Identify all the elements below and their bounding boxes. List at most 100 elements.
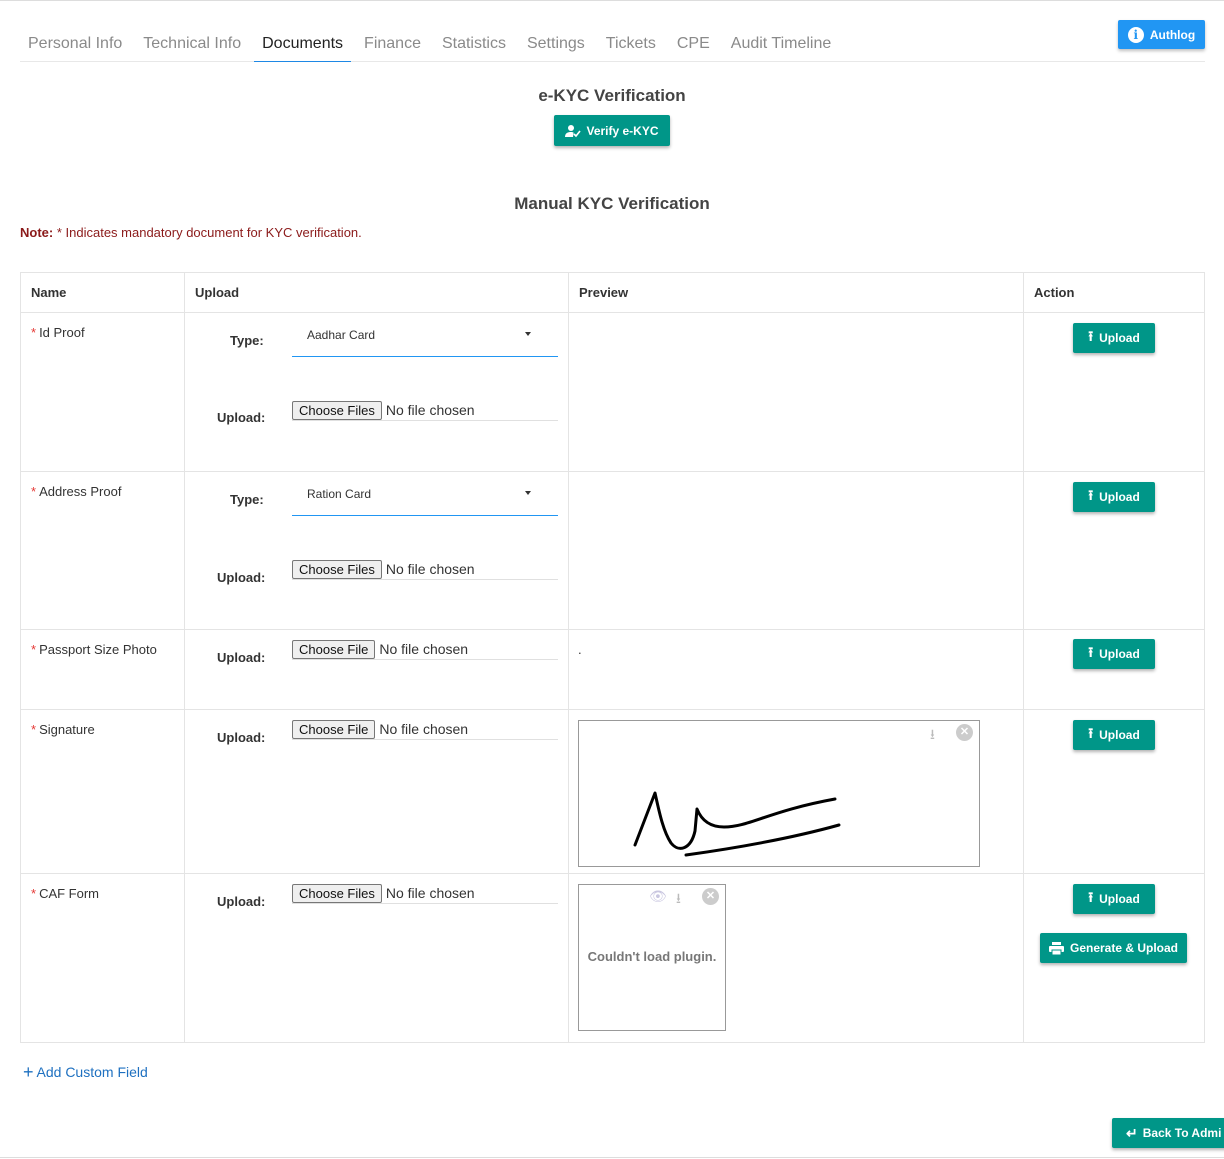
info-icon: i bbox=[1127, 26, 1144, 43]
type-label: Type: bbox=[230, 492, 264, 507]
table-row: * Id Proof Type: Aadhar Card Upload: Choo… bbox=[21, 313, 1205, 472]
doc-name: * Signature bbox=[21, 710, 185, 873]
preview-cell: ⭳ ✕ bbox=[569, 710, 1024, 873]
choose-files-button[interactable]: Choose Files bbox=[292, 883, 382, 903]
required-star: * bbox=[31, 484, 37, 499]
table-header: Name Upload Preview Action bbox=[21, 273, 1205, 313]
manual-kyc-title: Manual KYC Verification bbox=[514, 194, 710, 213]
select-value: Aadhar Card bbox=[307, 328, 376, 342]
add-custom-field-label: Add Custom Field bbox=[36, 1064, 148, 1080]
close-circle-icon[interactable]: ✕ bbox=[702, 888, 719, 905]
table-row: * CAF Form Upload: Choose Files No file ch… bbox=[21, 874, 1205, 1043]
doc-name-label: CAF Form bbox=[39, 886, 100, 901]
tab-statistics[interactable]: Statistics bbox=[434, 22, 514, 62]
upload-label: Upload bbox=[1099, 331, 1140, 345]
generate-upload-button[interactable]: Generate & Upload bbox=[1040, 933, 1187, 963]
bottom-border bbox=[0, 1157, 1224, 1158]
tab-finance[interactable]: Finance bbox=[356, 22, 429, 62]
upload-cell: Upload: Choose File No file chosen bbox=[185, 710, 569, 873]
dropdown-caret-icon bbox=[525, 491, 531, 495]
back-to-admin-button[interactable]: ↵ Back To Admi bbox=[1112, 1118, 1224, 1148]
table-row: * Passport Size Photo Upload: Choose File… bbox=[21, 630, 1205, 710]
note-text: * Indicates mandatory document for KYC v… bbox=[56, 225, 362, 240]
signature-file-input[interactable]: Choose File No file chosen bbox=[292, 719, 558, 740]
printer-icon bbox=[1048, 941, 1064, 955]
upload-icon: ⭱ bbox=[1088, 644, 1094, 660]
ekyc-title: e-KYC Verification bbox=[538, 86, 686, 105]
upload-label: Upload bbox=[1099, 647, 1140, 661]
doc-name: * CAF Form bbox=[21, 874, 185, 1042]
action-cell: ⭱ Upload Generate & Upload bbox=[1024, 874, 1205, 1042]
file-status: No file chosen bbox=[379, 641, 469, 657]
header-action: Action bbox=[1024, 273, 1205, 312]
upload-button[interactable]: ⭱ Upload bbox=[1073, 639, 1155, 669]
tab-cpe[interactable]: CPE bbox=[669, 22, 718, 62]
doc-name: * Address Proof bbox=[21, 472, 185, 629]
address-proof-file-input[interactable]: Choose Files No file chosen bbox=[292, 559, 558, 580]
top-border bbox=[0, 0, 1224, 1]
add-custom-field-link[interactable]: + Add Custom Field bbox=[23, 1062, 148, 1083]
verify-ekyc-label: Verify e-KYC bbox=[586, 123, 659, 138]
file-status: No file chosen bbox=[385, 561, 475, 577]
upload-button[interactable]: ⭱ Upload bbox=[1073, 482, 1155, 512]
upload-button[interactable]: ⭱ Upload bbox=[1073, 884, 1155, 914]
upload-icon: ⭱ bbox=[1088, 487, 1094, 503]
verify-ekyc-button[interactable]: Verify e-KYC bbox=[554, 115, 670, 146]
kyc-note: Note: * Indicates mandatory document for… bbox=[20, 225, 362, 240]
upload-icon: ⭱ bbox=[1088, 725, 1094, 741]
upload-cell: Type: Ration Card Upload: Choose Files No… bbox=[185, 472, 569, 629]
upload-label: Upload: bbox=[217, 894, 266, 909]
doc-name-label: Address Proof bbox=[39, 484, 122, 499]
tab-technical-info[interactable]: Technical Info bbox=[135, 22, 249, 62]
download-icon[interactable]: ⭳ bbox=[676, 888, 681, 912]
eye-icon[interactable]: 👁 bbox=[649, 888, 667, 905]
table-row: * Address Proof Type: Ration Card Upload:… bbox=[21, 472, 1205, 630]
doc-name: * Id Proof bbox=[21, 313, 185, 471]
upload-label: Upload bbox=[1099, 728, 1140, 742]
file-status: No file chosen bbox=[385, 402, 475, 418]
generate-upload-label: Generate & Upload bbox=[1069, 941, 1179, 955]
action-cell: ⭱ Upload bbox=[1024, 313, 1205, 471]
authlog-button[interactable]: i Authlog bbox=[1118, 20, 1205, 49]
doc-name: * Passport Size Photo bbox=[21, 630, 185, 709]
choose-file-button[interactable]: Choose File bbox=[292, 719, 376, 739]
caf-file-input[interactable]: Choose Files No file chosen bbox=[292, 883, 558, 904]
tab-settings[interactable]: Settings bbox=[519, 22, 593, 62]
tab-audit-timeline[interactable]: Audit Timeline bbox=[723, 22, 840, 62]
upload-label: Upload bbox=[1099, 892, 1140, 906]
tab-tickets[interactable]: Tickets bbox=[598, 22, 664, 62]
note-label: Note: bbox=[20, 225, 54, 240]
caf-preview: 👁 ⭳ ✕ Couldn't load plugin. bbox=[578, 884, 726, 1031]
preview-cell bbox=[569, 313, 1024, 471]
choose-files-button[interactable]: Choose Files bbox=[292, 559, 382, 579]
id-proof-type-select[interactable]: Aadhar Card bbox=[292, 313, 558, 357]
id-proof-file-input[interactable]: Choose Files No file chosen bbox=[292, 400, 558, 421]
required-star: * bbox=[31, 325, 37, 340]
documents-table: Name Upload Preview Action * Id Proof Typ… bbox=[20, 272, 1205, 1043]
upload-icon: ⭱ bbox=[1088, 889, 1094, 905]
upload-button[interactable]: ⭱ Upload bbox=[1073, 323, 1155, 353]
upload-label: Upload: bbox=[217, 650, 266, 665]
doc-name-label: Id Proof bbox=[39, 325, 85, 340]
choose-files-button[interactable]: Choose Files bbox=[292, 400, 382, 420]
upload-icon: ⭱ bbox=[1088, 328, 1094, 344]
required-star: * bbox=[31, 642, 37, 657]
file-status: No file chosen bbox=[379, 721, 469, 737]
upload-cell: Type: Aadhar Card Upload: Choose Files No… bbox=[185, 313, 569, 471]
back-button-label: Back To Admi bbox=[1142, 1126, 1222, 1140]
tab-documents[interactable]: Documents bbox=[254, 22, 352, 62]
authlog-label: Authlog bbox=[1149, 27, 1196, 42]
photo-file-input[interactable]: Choose File No file chosen bbox=[292, 639, 558, 660]
choose-file-button[interactable]: Choose File bbox=[292, 639, 376, 659]
plus-icon: + bbox=[23, 1062, 34, 1082]
return-arrow-icon: ↵ bbox=[1126, 1124, 1138, 1141]
required-star: * bbox=[31, 886, 37, 901]
upload-cell: Upload: Choose File No file chosen bbox=[185, 630, 569, 709]
preview-cell: 👁 ⭳ ✕ Couldn't load plugin. bbox=[569, 874, 1024, 1042]
upload-button[interactable]: ⭱ Upload bbox=[1073, 720, 1155, 750]
preview-placeholder: . bbox=[578, 642, 582, 657]
address-proof-type-select[interactable]: Ration Card bbox=[292, 472, 558, 516]
tab-personal-info[interactable]: Personal Info bbox=[20, 22, 130, 62]
required-star: * bbox=[31, 722, 37, 737]
preview-cell: . bbox=[569, 630, 1024, 709]
